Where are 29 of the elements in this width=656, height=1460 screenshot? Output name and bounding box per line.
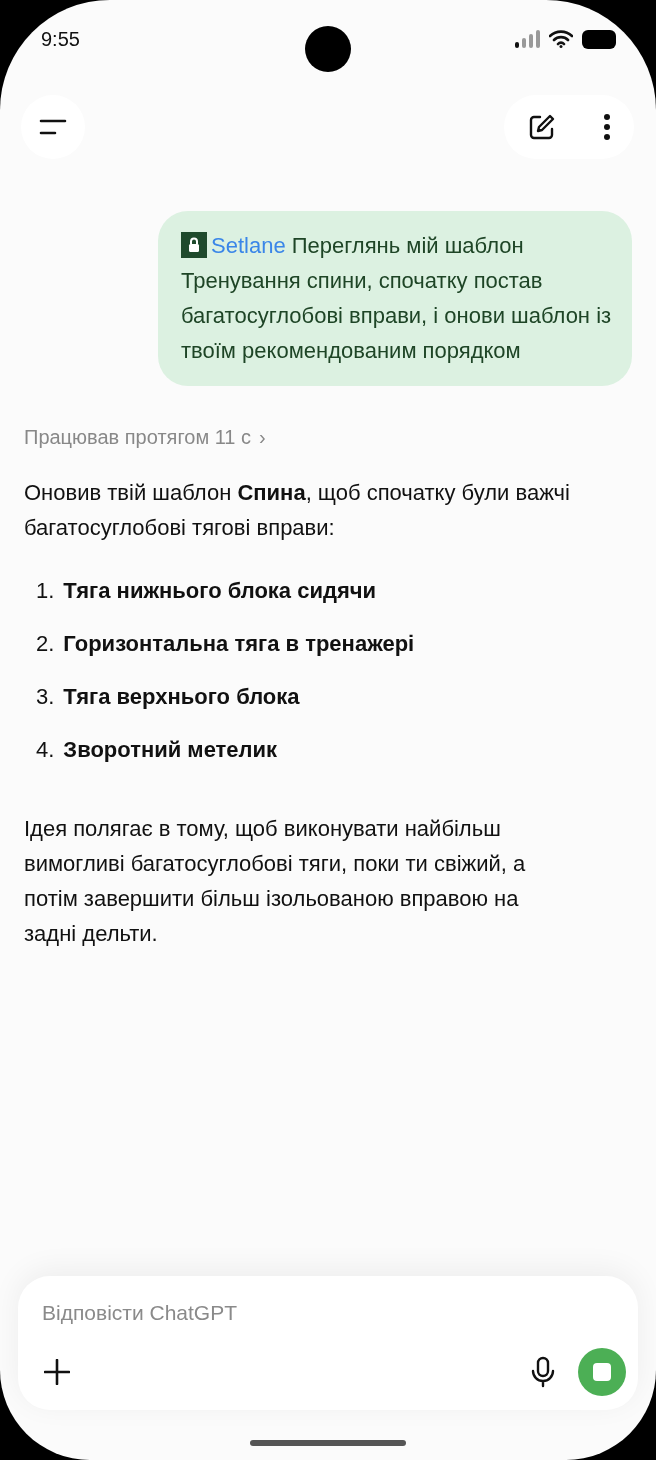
wifi-icon <box>549 30 573 48</box>
exercise-name: Тяга верхнього блока <box>63 683 300 711</box>
reply-outro-text: Ідея полягає в тому, щоб виконувати найбільш вимогливі багатосуглобові тяги, поки ти свіжий, а потім завершити більш ізольованою вправою на задні дельти. <box>24 815 527 948</box>
list-number: 3. <box>36 683 55 711</box>
exercise-name: Горизонтальна тяга в тренажері <box>63 630 415 658</box>
lock-icon <box>181 232 207 258</box>
edit-icon <box>527 113 556 141</box>
reply-intro-text: Оновив твій шаблон Спина, щоб спочатку були важчі багатосуглобові тягові вправи: <box>24 479 571 542</box>
battery-icon <box>582 29 616 49</box>
stop-button[interactable] <box>578 1348 626 1396</box>
exercise-name: Зворотний метелик <box>63 736 278 764</box>
list-number: 4. <box>36 736 55 764</box>
chevron-text: › <box>259 426 266 449</box>
thinking-toggle[interactable]: Працював протягом 11 с › <box>24 426 266 449</box>
camera-cutout <box>305 26 351 72</box>
status-time: 9:55 <box>41 27 80 51</box>
signal-icon <box>515 30 540 48</box>
user-message-text: Setlane Переглянь мій шаблон Тренування спини, спочатку постав багатосуглобові вправи, і онови шаблон із твоїм рекомендованим порядком <box>181 231 612 365</box>
exercise-name: Тяга нижнього блока сидячи <box>63 577 377 605</box>
stop-icon <box>593 1363 611 1381</box>
reply-input-field[interactable]: Відповісти ChatGPT <box>40 1300 444 1326</box>
microphone-icon <box>530 1356 556 1388</box>
plus-icon <box>44 1359 70 1385</box>
thinking-label: Працював протягом 11 с <box>24 426 251 449</box>
more-icon <box>602 113 611 141</box>
menu-icon <box>39 119 67 135</box>
list-number: 2. <box>36 630 55 658</box>
list-number: 1. <box>36 577 55 605</box>
app-mention-link[interactable]: Setlane <box>211 233 286 258</box>
